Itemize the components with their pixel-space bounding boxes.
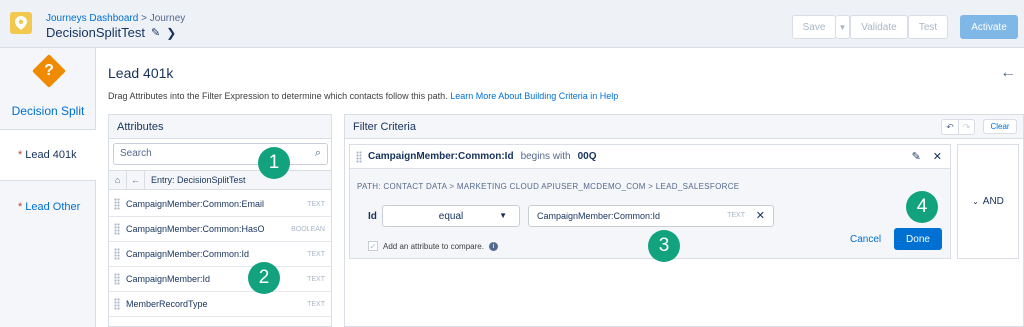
drag-handle-icon[interactable] [356,150,362,163]
validate-button[interactable]: Validate [850,15,908,39]
save-dropdown-icon[interactable]: ▼ [836,15,850,39]
drag-handle-icon[interactable] [114,198,120,210]
breadcrumb-separator: > [141,13,147,24]
callout-badge-4: 4 [906,191,938,223]
attribute-item[interactable]: CampaignMember:Id TEXT [109,267,331,292]
sidebar-item-lead-401k[interactable]: * Lead 401k [0,129,97,181]
criterion-operator: begins with [520,151,571,162]
attribute-item[interactable]: CampaignMember:Common:HasO BOOLEAN [109,217,331,242]
journey-title: DecisionSplitTest [46,25,145,40]
activity-sidebar: ? Decision Split * Lead 401k * Lead Othe… [0,48,97,327]
chevron-down-icon: ▼ [499,211,507,220]
breadcrumb-current: Journey [149,13,186,24]
sidebar-item-label: Lead Other [25,201,81,213]
home-icon[interactable]: ⌂ [109,171,127,189]
field-label: Id [368,211,377,222]
chevron-right-icon[interactable]: ❯ [166,26,176,40]
drag-handle-icon[interactable] [114,298,120,310]
operator-value: equal [438,210,464,222]
undo-redo-group: ↶ ↷ [941,119,975,135]
help-link[interactable]: Learn More About Building Criteria in He… [450,91,618,101]
search-icon[interactable]: ⌕ [315,147,321,160]
redo-icon[interactable]: ↷ [958,120,974,134]
search-placeholder: Search [120,148,152,159]
back-arrow-icon[interactable]: ← [1000,64,1016,82]
attribute-name: CampaignMember:Common:Email [126,199,265,209]
compare-attribute-value: CampaignMember:Common:Id [537,211,661,221]
attribute-name: CampaignMember:Common:HasO [126,224,265,234]
entry-source-label: Entry: DecisionSplitTest [151,175,246,185]
logic-operator-toggle[interactable]: ⌄ AND [957,144,1019,259]
activate-button[interactable]: Activate [960,15,1018,39]
clear-value-icon[interactable]: ✕ [756,209,765,222]
undo-icon[interactable]: ↶ [942,120,958,134]
operator-select[interactable]: equal ▼ [382,205,520,227]
test-button[interactable]: Test [908,15,948,39]
drag-handle-icon[interactable] [114,273,120,285]
attribute-path: PATH: CONTACT DATA > MARKETING CLOUD API… [357,182,740,191]
compare-attribute-option: ✓ Add an attribute to compare. i [368,241,498,251]
activity-label: Decision Split [11,104,85,118]
compare-attribute-checkbox[interactable]: ✓ [368,241,378,251]
callout-badge-1: 1 [258,147,290,179]
chevron-down-icon: ⌄ [972,197,979,206]
logic-operator-label: AND [982,196,1004,207]
top-bar: Journeys Dashboard > Journey DecisionSpl… [0,0,1024,48]
journey-title-row: DecisionSplitTest ✎ ❯ [46,25,176,40]
attribute-type: BOOLEAN [291,225,325,233]
attribute-type: TEXT [307,275,325,283]
sidebar-item-label: Lead 401k [25,149,77,161]
close-icon[interactable]: ✕ [933,150,942,163]
drag-handle-icon[interactable] [114,248,120,260]
required-marker: * [18,201,23,213]
save-button[interactable]: Save [792,15,836,39]
entry-source-row: ⌂ ← Entry: DecisionSplitTest [109,170,331,190]
checkbox-label: Add an attribute to compare. [383,241,484,251]
location-pin-icon [10,12,32,34]
search-input[interactable]: Search ⌕ [113,143,328,165]
done-button[interactable]: Done [894,228,942,250]
main-panel: Lead 401k ← Drag Attributes into the Fil… [96,48,1024,327]
compare-attribute-field[interactable]: CampaignMember:Common:Id TEXT ✕ [528,205,774,227]
attribute-type: TEXT [307,250,325,258]
criterion-summary[interactable]: CampaignMember:Common:Id begins with 00Q… [350,145,950,169]
decision-split-icon: ? [32,54,66,88]
criterion-attribute: CampaignMember:Common:Id [368,151,514,162]
attribute-item[interactable]: CampaignMember:Common:Id TEXT [109,242,331,267]
clear-button[interactable]: Clear [983,119,1017,134]
filter-heading: Filter Criteria [345,115,1023,139]
required-marker: * [18,149,23,161]
back-icon[interactable]: ← [127,171,145,189]
callout-badge-2: 2 [248,262,280,294]
attribute-type: TEXT [307,200,325,208]
attributes-panel: Attributes Search ⌕ ⌂ ← Entry: DecisionS… [108,114,332,327]
compare-attribute-type: TEXT [727,212,745,219]
attribute-item[interactable]: CampaignMember:Common:Email TEXT [109,192,331,217]
callout-badge-3: 3 [648,230,680,262]
instructions-text: Drag Attributes into the Filter Expressi… [108,91,448,101]
attribute-name: CampaignMember:Common:Id [126,249,250,259]
attributes-heading: Attributes [109,115,331,139]
attribute-item[interactable]: MemberRecordType TEXT [109,292,331,317]
criterion-value: 00Q [577,151,597,162]
info-icon[interactable]: i [488,241,498,251]
breadcrumb: Journeys Dashboard > Journey [46,13,185,24]
cancel-button[interactable]: Cancel [850,234,881,245]
drag-handle-icon[interactable] [114,223,120,235]
breadcrumb-link[interactable]: Journeys Dashboard [46,13,138,24]
page-title: Lead 401k [108,65,174,81]
edit-pencil-icon[interactable]: ✎ [912,150,921,163]
attribute-name: MemberRecordType [126,299,208,309]
pencil-icon[interactable]: ✎ [151,26,160,39]
sidebar-item-lead-other[interactable]: * Lead Other [0,181,96,233]
attribute-type: TEXT [307,300,325,308]
instructions: Drag Attributes into the Filter Expressi… [108,91,618,101]
